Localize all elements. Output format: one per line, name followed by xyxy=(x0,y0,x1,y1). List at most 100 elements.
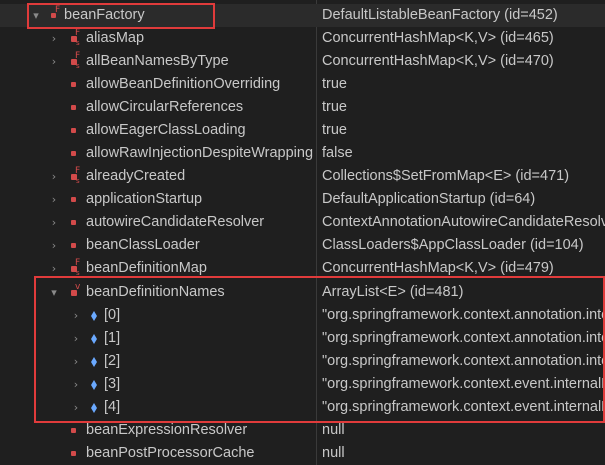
tree-row-beanClassLoader[interactable]: › beanClassLoader ClassLoaders$AppClassL… xyxy=(0,234,605,257)
tree-row-left: › [3] xyxy=(0,373,316,396)
tree-row-left: › [1] xyxy=(0,327,316,350)
tree-row-left: ▾ v beanDefinitionNames xyxy=(0,281,316,304)
svg-text:s: s xyxy=(76,62,80,70)
tree-row-value: true xyxy=(322,99,347,115)
array-element-icon xyxy=(88,373,100,396)
tree-row-left: › F s beanDefinitionMap xyxy=(0,257,316,280)
tree-row-left: › [0] xyxy=(0,304,316,327)
chevron-right-icon[interactable]: › xyxy=(70,350,82,373)
tree-row-value: ContextAnnotationAutowireCandidateResolv… xyxy=(322,214,605,230)
private-field-icon xyxy=(68,96,80,119)
chevron-right-icon[interactable]: › xyxy=(48,257,60,280)
tree-row-value: true xyxy=(322,76,347,92)
tree-row-value: "org.springframework.context.event.inter… xyxy=(322,399,605,415)
field-final-static-icon: F s xyxy=(68,165,80,188)
tree-row-index-2[interactable]: › [2] "org.springframework.context.annot… xyxy=(0,350,605,373)
tree-row-left: allowEagerClassLoading xyxy=(0,119,316,142)
tree-row-value: true xyxy=(322,122,347,138)
tree-row-name: beanDefinitionMap xyxy=(86,260,207,276)
tree-row-name: allowEagerClassLoading xyxy=(86,122,246,138)
private-field-icon xyxy=(68,73,80,96)
tree-row-beanPostProcessorCache[interactable]: beanPostProcessorCache null xyxy=(0,442,605,465)
tree-row-left: › [2] xyxy=(0,350,316,373)
tree-row-name: beanClassLoader xyxy=(86,237,200,253)
tree-row-left: › [4] xyxy=(0,396,316,419)
chevron-right-icon[interactable]: › xyxy=(70,373,82,396)
private-field-icon xyxy=(68,419,80,442)
tree-row-left: allowBeanDefinitionOverriding xyxy=(0,73,316,96)
svg-text:F: F xyxy=(75,28,80,38)
svg-text:s: s xyxy=(76,269,80,277)
tree-row-name: allBeanNamesByType xyxy=(86,53,229,69)
tree-row-aliasMap[interactable]: › F s aliasMap ConcurrentHashMap<K,V> (i… xyxy=(0,27,605,50)
tree-row-allowRawInjectionDespiteWrapping[interactable]: allowRawInjectionDespiteWrapping false xyxy=(0,142,605,165)
tree-row-index-3[interactable]: › [3] "org.springframework.context.event… xyxy=(0,373,605,396)
tree-row-value: ClassLoaders$AppClassLoader (id=104) xyxy=(322,237,584,253)
tree-row-left: › F s alreadyCreated xyxy=(0,165,316,188)
tree-row-applicationStartup[interactable]: › applicationStartup DefaultApplicationS… xyxy=(0,188,605,211)
tree-row-name: allowRawInjectionDespiteWrapping xyxy=(86,145,314,161)
array-element-icon xyxy=(88,304,100,327)
chevron-right-icon[interactable]: › xyxy=(70,327,82,350)
tree-row-name: applicationStartup xyxy=(86,191,203,207)
tree-row-left: beanPostProcessorCache xyxy=(0,442,316,465)
private-field-icon xyxy=(68,142,80,165)
tree-row-allBeanNamesByType[interactable]: › F s allBeanNamesByType ConcurrentHashM… xyxy=(0,50,605,73)
field-volatile-icon: v xyxy=(68,281,81,304)
private-field-icon xyxy=(68,188,80,211)
private-field-icon xyxy=(68,442,80,465)
field-final-static-icon: F s xyxy=(68,50,80,73)
chevron-right-icon[interactable]: › xyxy=(70,396,82,419)
chevron-down-icon[interactable]: ▾ xyxy=(30,4,42,27)
tree-row-value: Collections$SetFromMap<E> (id=471) xyxy=(322,168,570,184)
tree-row-allowEagerClassLoading[interactable]: allowEagerClassLoading true xyxy=(0,119,605,142)
tree-row-name: beanDefinitionNames xyxy=(86,284,225,300)
chevron-right-icon[interactable]: › xyxy=(48,50,60,73)
tree-row-alreadyCreated[interactable]: › F s alreadyCreated Collections$SetFrom… xyxy=(0,165,605,188)
tree-row-beanDefinitionMap[interactable]: › F s beanDefinitionMap ConcurrentHashMa… xyxy=(0,257,605,280)
field-final-icon: F xyxy=(48,4,60,27)
tree-row-value: "org.springframework.context.annotation.… xyxy=(322,330,605,346)
tree-row-allowCircularReferences[interactable]: allowCircularReferences true xyxy=(0,96,605,119)
tree-row-beanExpressionResolver[interactable]: beanExpressionResolver null xyxy=(0,419,605,442)
svg-text:v: v xyxy=(75,282,81,292)
tree-row-value: DefaultListableBeanFactory (id=452) xyxy=(322,7,558,23)
chevron-down-icon[interactable]: ▾ xyxy=(48,281,60,304)
tree-row-name: beanPostProcessorCache xyxy=(86,445,255,461)
tree-row-allowBeanDefinitionOverriding[interactable]: allowBeanDefinitionOverriding true xyxy=(0,73,605,96)
tree-row-value: ConcurrentHashMap<K,V> (id=465) xyxy=(322,30,554,46)
tree-row-index-1[interactable]: › [1] "org.springframework.context.annot… xyxy=(0,327,605,350)
chevron-right-icon[interactable]: › xyxy=(48,188,60,211)
chevron-right-icon[interactable]: › xyxy=(70,304,82,327)
private-field-icon xyxy=(68,211,80,234)
chevron-right-icon[interactable]: › xyxy=(48,234,60,257)
tree-row-value: DefaultApplicationStartup (id=64) xyxy=(322,191,536,207)
tree-row-index-4[interactable]: › [4] "org.springframework.context.event… xyxy=(0,396,605,419)
chevron-right-icon[interactable]: › xyxy=(48,27,60,50)
tree-row-name: [3] xyxy=(104,376,121,392)
array-element-icon xyxy=(88,396,100,419)
tree-row-name: autowireCandidateResolver xyxy=(86,214,265,230)
svg-text:F: F xyxy=(75,51,80,61)
tree-row-value: null xyxy=(322,445,345,461)
tree-row-left: ▾ F beanFactory xyxy=(0,4,316,27)
tree-row-name: alreadyCreated xyxy=(86,168,186,184)
tree-row-name: allowCircularReferences xyxy=(86,99,244,115)
tree-row-left: › beanClassLoader xyxy=(0,234,316,257)
svg-text:F: F xyxy=(75,166,80,176)
tree-row-value: "org.springframework.context.annotation.… xyxy=(322,353,605,369)
private-field-icon xyxy=(68,119,80,142)
tree-row-beanFactory[interactable]: ▾ F beanFactory DefaultListableBeanFacto… xyxy=(0,4,605,27)
svg-text:s: s xyxy=(76,177,80,185)
tree-row-value: "org.springframework.context.annotation.… xyxy=(322,307,605,323)
tree-row-beanDefinitionNames[interactable]: ▾ v beanDefinitionNames ArrayList<E> (id… xyxy=(0,281,605,304)
tree-row-name: aliasMap xyxy=(86,30,145,46)
chevron-right-icon[interactable]: › xyxy=(48,211,60,234)
chevron-right-icon[interactable]: › xyxy=(48,165,60,188)
tree-row-value: ArrayList<E> (id=481) xyxy=(322,284,464,300)
tree-row-name: [1] xyxy=(104,330,121,346)
tree-row-autowireCandidateResolver[interactable]: › autowireCandidateResolver ContextAnnot… xyxy=(0,211,605,234)
svg-text:F: F xyxy=(55,5,60,15)
tree-row-index-0[interactable]: › [0] "org.springframework.context.annot… xyxy=(0,304,605,327)
tree-row-name: [4] xyxy=(104,399,121,415)
